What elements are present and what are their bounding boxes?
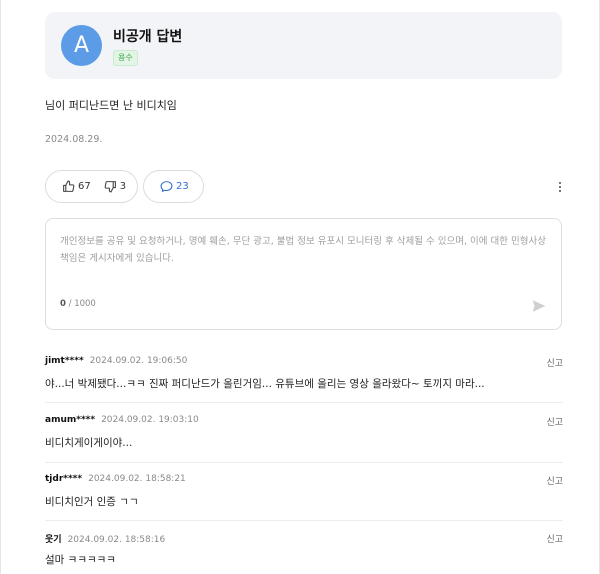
comment-user[interactable]: tjdr****: [45, 474, 82, 484]
comment-text: 야...너 박제됐다...ㅋㅋ 진짜 퍼디난드가 올린거임... 유튜브에 올리…: [45, 378, 485, 390]
comment-date: 2024.09.02. 18:58:21: [88, 474, 186, 484]
send-arrow-icon[interactable]: [532, 299, 546, 313]
character-counter: 0 / 1000: [60, 299, 96, 309]
thumbs-down-icon: [104, 181, 116, 193]
comment-meta: jimt**** 2024.09.02. 19:06:50: [45, 356, 187, 366]
report-button[interactable]: 신고: [546, 415, 563, 428]
comments-count-group: 23: [160, 180, 189, 193]
thumbs-up-icon: [63, 180, 75, 192]
dislike-count: 3: [119, 181, 127, 192]
comments-button[interactable]: 23: [143, 170, 204, 203]
comment-meta: amum**** 2024.09.02. 19:03:10: [45, 415, 199, 425]
avatar: A: [61, 25, 102, 66]
comment-meta: 웃기 2024.09.02. 18:58:16: [45, 532, 165, 545]
comment-user[interactable]: jimt****: [45, 356, 84, 366]
comment-user[interactable]: 웃기: [45, 535, 62, 545]
report-button[interactable]: 신고: [546, 474, 563, 487]
vote-pill: 67 3: [45, 170, 138, 203]
speech-bubble-icon: [160, 181, 173, 192]
comment-date: 2024.09.02. 18:58:16: [67, 535, 166, 545]
comment-date: 2024.09.02. 19:06:50: [89, 356, 188, 366]
answer-page: A 비공개 답변 용수 님이 퍼디난드면 난 비디치임 2024.08.29. …: [0, 0, 600, 574]
answer-body: 님이 퍼디난드면 난 비디치임: [45, 99, 177, 112]
report-button[interactable]: 신고: [546, 532, 563, 545]
author-name: 비공개 답변: [113, 29, 183, 45]
vertical-ellipsis-icon[interactable]: [556, 180, 564, 194]
comment-count: 23: [176, 181, 189, 192]
dislike-button[interactable]: 3: [104, 180, 126, 193]
comment-text: 비디치게이게이야...: [45, 437, 133, 449]
comment-user[interactable]: amum****: [45, 415, 95, 425]
author-badge: 용수: [113, 50, 138, 66]
comment-text: 설마 ㅋㅋㅋㅋㅋ: [45, 554, 116, 566]
like-button[interactable]: 67: [62, 180, 91, 193]
comment-divider: [45, 402, 563, 403]
author-card: A 비공개 답변 용수: [45, 12, 562, 79]
like-count: 67: [78, 181, 91, 192]
answer-date: 2024.08.29.: [45, 134, 103, 145]
report-button[interactable]: 신고: [546, 356, 563, 369]
comment-input-placeholder[interactable]: 개인정보를 공유 및 요청하거나, 명예 훼손, 무단 광고, 불법 정보 유포…: [60, 233, 550, 267]
comment-date: 2024.09.02. 19:03:10: [101, 415, 199, 425]
comment-meta: tjdr**** 2024.09.02. 18:58:21: [45, 474, 186, 484]
comment-editor[interactable]: 개인정보를 공유 및 요청하거나, 명예 훼손, 무단 광고, 불법 정보 유포…: [45, 218, 562, 330]
comment-divider: [45, 462, 563, 463]
comment-divider: [45, 520, 563, 521]
comment-text: 비디치인거 인증 ㄱㄱ: [45, 496, 139, 508]
character-limit: / 1000: [65, 299, 96, 309]
